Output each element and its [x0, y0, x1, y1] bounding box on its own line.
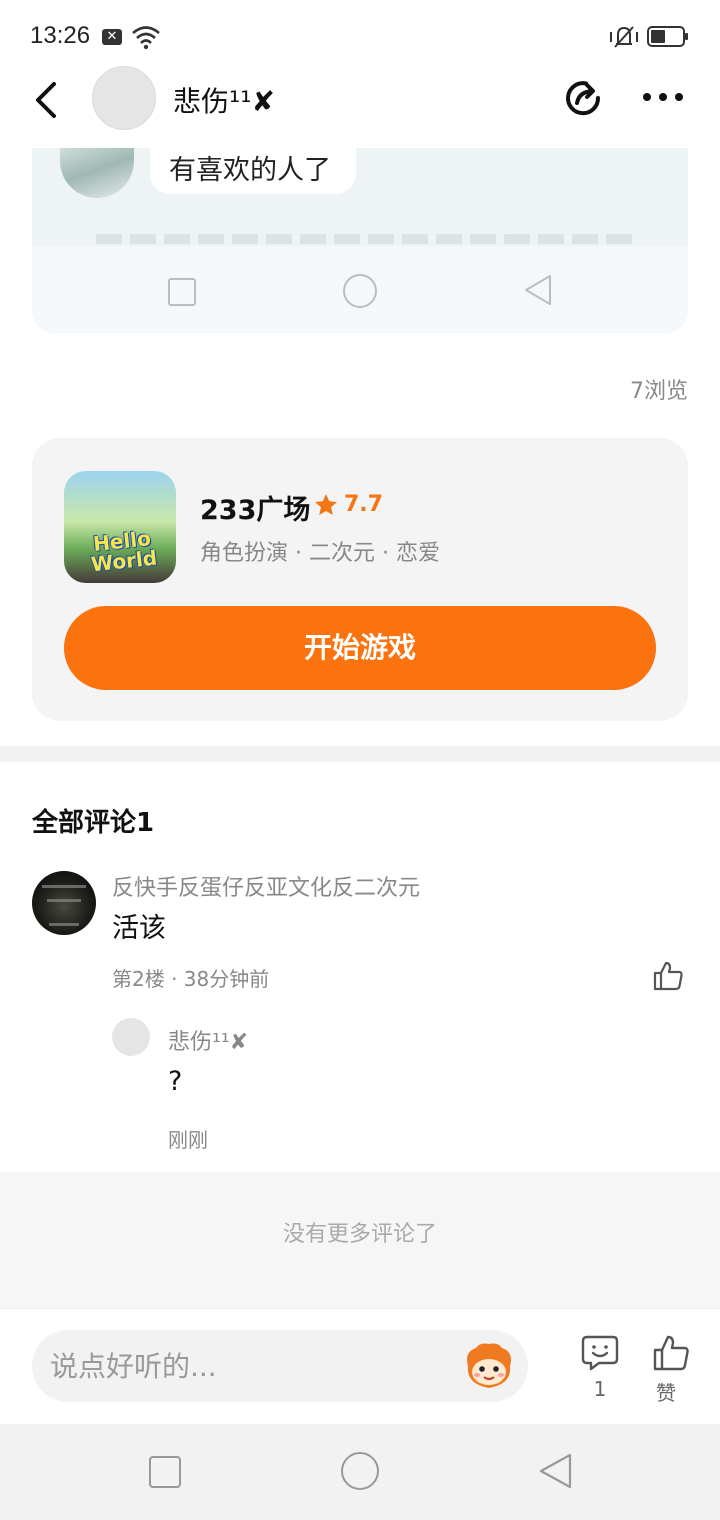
post-image[interactable]: 有喜欢的人了: [32, 148, 688, 333]
reply-author[interactable]: 悲伤¹¹✘: [168, 1024, 248, 1056]
post-image-faded-text: [96, 234, 636, 244]
recents-button[interactable]: [149, 1456, 181, 1488]
notification-badge: ✕: [102, 29, 122, 45]
header-username[interactable]: 悲伤¹¹✘: [173, 80, 275, 120]
no-more-comments: 没有更多评论了: [282, 1222, 437, 1247]
comment-meta: 第2楼 · 38分钟前: [112, 967, 270, 991]
status-time: 13:26: [30, 22, 91, 49]
star-icon: [315, 494, 337, 515]
avatar-text-line: [47, 899, 81, 902]
view-count: 7浏览: [630, 379, 688, 404]
game-icon-logo: Hello World: [89, 526, 159, 577]
comment-text[interactable]: 活该: [112, 906, 166, 945]
share-icon[interactable]: [562, 76, 606, 120]
like-label: 赞: [656, 1381, 676, 1405]
mascot-icon[interactable]: [462, 1340, 516, 1392]
reply-time: 刚刚: [168, 1128, 208, 1152]
avatar-text-line: [42, 885, 86, 888]
avatar-text-line: [49, 923, 79, 926]
post-image-triangle-icon: [525, 275, 551, 305]
system-back-button[interactable]: [536, 1452, 576, 1490]
game-tags: 角色扮演 · 二次元 · 恋爱: [200, 541, 440, 566]
game-icon[interactable]: Hello World: [64, 471, 176, 583]
comment-input[interactable]: [32, 1330, 528, 1402]
home-button[interactable]: [341, 1452, 379, 1490]
comments-title: 全部评论1: [32, 808, 155, 838]
header-avatar[interactable]: [92, 66, 156, 130]
back-icon[interactable]: [30, 80, 64, 120]
reply-text[interactable]: ?: [168, 1066, 182, 1097]
comment-like-icon[interactable]: [652, 960, 684, 992]
comment-count: 1: [593, 1377, 607, 1401]
post-image-square-icon: [168, 278, 196, 306]
game-rating: 7.7: [344, 492, 383, 517]
comment-icon[interactable]: [581, 1334, 619, 1372]
bell-muted-icon: [610, 26, 638, 48]
post-image-bubble-text: 有喜欢的人了: [169, 155, 331, 186]
post-image-circle-icon: [343, 274, 377, 308]
reply-avatar[interactable]: [112, 1018, 150, 1056]
battery-icon: [647, 26, 688, 47]
wifi-icon: [132, 26, 160, 50]
start-game-button[interactable]: 开始游戏: [64, 606, 656, 690]
game-title[interactable]: 233广场: [200, 488, 310, 527]
section-divider: [0, 746, 720, 762]
comment-avatar[interactable]: [32, 871, 96, 935]
comment-author[interactable]: 反快手反蛋仔反亚文化反二次元: [112, 870, 420, 902]
like-icon[interactable]: [652, 1334, 690, 1372]
more-icon[interactable]: [640, 82, 686, 112]
